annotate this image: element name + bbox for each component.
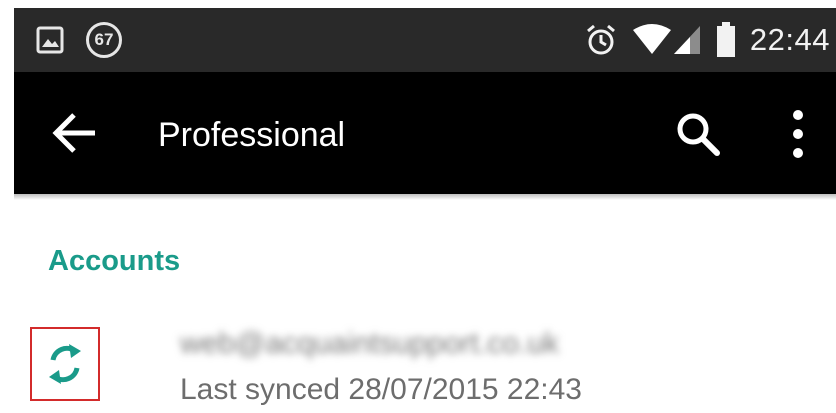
toolbar-shadow: [14, 194, 836, 200]
status-bar: 67 22:44: [14, 8, 836, 72]
back-arrow-icon[interactable]: [52, 112, 98, 154]
action-bar: Professional: [14, 72, 836, 194]
search-icon[interactable]: [674, 110, 722, 158]
sync-icon: [49, 344, 81, 384]
battery-icon: [716, 22, 735, 57]
signal-icon: [673, 26, 700, 54]
notification-count-badge: 67: [86, 22, 122, 58]
status-bar-system: 22:44: [584, 8, 830, 72]
status-bar-notifications: 67: [36, 8, 122, 72]
alarm-icon: [586, 24, 615, 55]
last-synced-text: Last synced 28/07/2015 22:43: [180, 373, 582, 406]
page-title: Professional: [158, 116, 346, 154]
sync-button[interactable]: [30, 327, 100, 401]
wifi-icon: [632, 24, 671, 54]
image-icon: [36, 26, 64, 54]
account-email[interactable]: web@acquaintsupport.co.uk: [180, 326, 559, 362]
status-bar-time: 22:44: [749, 22, 830, 57]
section-header-accounts: Accounts: [48, 245, 181, 277]
more-vert-icon[interactable]: [784, 108, 812, 160]
screen: 67 22:44 Professional Accounts web@acqua…: [0, 0, 836, 413]
